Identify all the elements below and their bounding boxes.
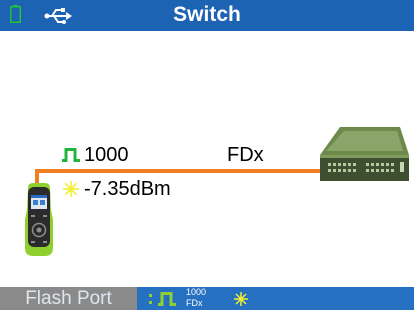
page-title: Switch — [173, 3, 241, 26]
link-status-dots-icon — [149, 294, 152, 304]
link-speed: 1000 — [84, 144, 129, 166]
link-duplex: FDx — [227, 144, 264, 166]
tester-device-icon — [25, 183, 53, 256]
footer-link-speed: 1000 — [186, 287, 207, 297]
flash-port-button[interactable]: Flash Port — [0, 287, 137, 310]
sun-icon — [234, 292, 248, 306]
title-bar: Switch — [0, 0, 414, 31]
sun-icon — [63, 181, 79, 197]
network-switch-icon — [320, 127, 409, 181]
pulse-icon — [158, 292, 176, 306]
optical-power: -7.35dBm — [84, 178, 171, 200]
bottom-bar: Flash Port 1000 FDx — [0, 287, 414, 310]
footer-link-duplex: FDx — [186, 298, 203, 308]
link-line — [35, 169, 335, 173]
pulse-icon — [62, 148, 80, 162]
